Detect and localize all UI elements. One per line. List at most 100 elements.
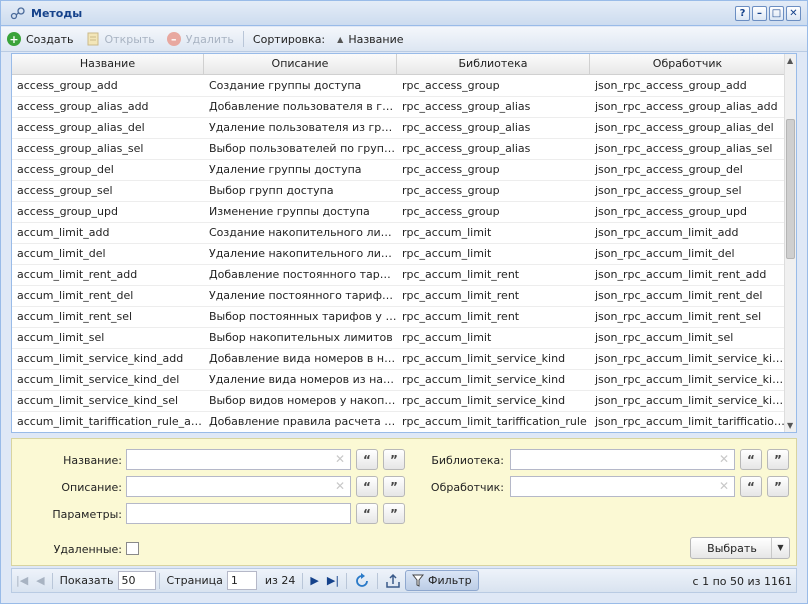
first-page-icon: |◀: [16, 574, 29, 587]
cell-handler: json_rpc_accum_limit_del: [595, 247, 735, 260]
cell-description: Добавление правила расчета в н...: [209, 415, 397, 428]
grid-scrollbar[interactable]: ▲ ▼: [784, 54, 796, 432]
clear-icon[interactable]: ✕: [335, 479, 345, 493]
table-row[interactable]: access_group_add Создание группы доступа r…: [12, 76, 786, 97]
page-size-input[interactable]: 50: [117, 571, 156, 590]
table-row[interactable]: accum_limit_service_kind_del Удаление вид…: [12, 370, 786, 391]
select-button[interactable]: Выбрать ▼: [690, 537, 790, 559]
close-button[interactable]: ✕: [786, 6, 801, 21]
library-quote-close-button[interactable]: ”: [767, 449, 789, 470]
clear-icon[interactable]: ✕: [719, 479, 729, 493]
library-filter-label: Библиотека:: [431, 454, 504, 467]
table-row[interactable]: accum_limit_rent_del Удаление постоянного…: [12, 286, 786, 307]
cell-handler: json_rpc_accum_limit_rent_add: [595, 268, 767, 281]
clear-icon[interactable]: ✕: [719, 452, 729, 466]
column-header-name[interactable]: Название: [12, 54, 204, 75]
chevron-down-icon[interactable]: ▼: [771, 538, 789, 558]
handler-quote-open-button[interactable]: “: [740, 476, 762, 497]
cell-description: Удаление пользователя из групп...: [209, 121, 397, 134]
table-row[interactable]: accum_limit_del Удаление накопительного л…: [12, 244, 786, 265]
grid-body: access_group_add Создание группы доступа r…: [12, 76, 786, 432]
cell-library: rpc_access_group: [402, 163, 500, 176]
cell-library: rpc_accum_limit_service_kind: [402, 394, 566, 407]
scroll-down-icon[interactable]: ▼: [787, 421, 793, 430]
pager-separator: [302, 572, 304, 589]
cell-handler: json_rpc_accum_limit_add: [595, 226, 739, 239]
window-titlebar[interactable]: Методы ? – □ ✕: [1, 1, 807, 26]
table-row[interactable]: access_group_upd Изменение группы доступа…: [12, 202, 786, 223]
table-row[interactable]: access_group_alias_sel Выбор пользователе…: [12, 139, 786, 160]
cell-name: access_group_add: [17, 79, 118, 92]
description-filter-input[interactable]: ✕: [126, 476, 351, 497]
create-label: Создать: [26, 32, 74, 46]
filter-toggle-label: Фильтр: [428, 574, 472, 587]
library-quote-open-button[interactable]: “: [740, 449, 762, 470]
table-row[interactable]: accum_limit_tariffication_rule_add Добавл…: [12, 412, 786, 432]
plus-icon: +: [7, 32, 21, 46]
cell-library: rpc_access_group_alias: [402, 121, 531, 134]
table-row[interactable]: access_group_alias_del Удаление пользоват…: [12, 118, 786, 139]
cell-library: rpc_accum_limit_rent: [402, 310, 520, 323]
scrollbar-thumb[interactable]: [786, 119, 795, 259]
sort-label: Сортировка:: [252, 32, 326, 46]
name-filter-input[interactable]: ✕: [126, 449, 351, 470]
cell-handler: json_rpc_accum_limit_service_kind...: [595, 394, 786, 407]
prev-page-button[interactable]: ◀: [32, 568, 48, 593]
cell-library: rpc_accum_limit_tariffication_rule: [402, 415, 587, 428]
refresh-button[interactable]: [350, 568, 374, 593]
table-row[interactable]: access_group_sel Выбор групп доступа rpc_a…: [12, 181, 786, 202]
description-quote-open-button[interactable]: “: [356, 476, 378, 497]
cell-library: rpc_access_group: [402, 79, 500, 92]
maximize-button[interactable]: □: [769, 6, 784, 21]
cell-handler: json_rpc_accum_limit_rent_sel: [595, 310, 762, 323]
cell-handler: json_rpc_accum_limit_service_kind...: [595, 373, 786, 386]
library-filter-input[interactable]: ✕: [510, 449, 735, 470]
handler-filter-label: Обработчик:: [430, 481, 504, 494]
sort-field-button[interactable]: ▲ Название: [331, 27, 409, 52]
clear-icon[interactable]: ✕: [335, 452, 345, 466]
table-row[interactable]: access_group_alias_add Добавление пользов…: [12, 97, 786, 118]
handler-quote-close-button[interactable]: ”: [767, 476, 789, 497]
methods-grid: Название Описание Библиотека Обработчик …: [11, 53, 797, 433]
table-row[interactable]: accum_limit_rent_sel Выбор постоянных тар…: [12, 307, 786, 328]
column-header-library[interactable]: Библиотека: [397, 54, 590, 75]
last-page-button[interactable]: ▶|: [323, 568, 343, 593]
params-quote-close-button[interactable]: ”: [383, 503, 405, 524]
handler-filter-input[interactable]: ✕: [510, 476, 735, 497]
name-quote-open-button[interactable]: “: [356, 449, 378, 470]
sort-asc-icon: ▲: [337, 34, 344, 44]
table-row[interactable]: accum_limit_rent_add Добавление постоянно…: [12, 265, 786, 286]
column-header-description[interactable]: Описание: [204, 54, 397, 75]
cell-handler: json_rpc_access_group_del: [595, 163, 743, 176]
open-button[interactable]: Открыть: [80, 27, 161, 52]
page-number-input[interactable]: 1: [226, 571, 257, 590]
table-row[interactable]: accum_limit_service_kind_add Добавление в…: [12, 349, 786, 370]
minimize-button[interactable]: –: [752, 6, 767, 21]
next-page-icon: ▶: [310, 574, 319, 587]
cell-description: Добавление постоянного тарифа ...: [209, 268, 397, 281]
export-button[interactable]: [381, 568, 405, 593]
table-row[interactable]: access_group_del Удаление группы доступа r…: [12, 160, 786, 181]
delete-button[interactable]: – Удалить: [161, 27, 240, 52]
column-header-handler[interactable]: Обработчик: [590, 54, 786, 75]
filter-toggle-button[interactable]: Фильтр: [405, 570, 479, 591]
params-quote-open-button[interactable]: “: [356, 503, 378, 524]
cell-library: rpc_accum_limit_rent: [402, 289, 520, 302]
deleted-checkbox[interactable]: [126, 542, 139, 555]
first-page-button[interactable]: |◀: [12, 568, 32, 593]
table-row[interactable]: accum_limit_sel Выбор накопительных лимит…: [12, 328, 786, 349]
select-button-label: Выбрать: [707, 542, 757, 555]
cell-description: Выбор пользователей по группам...: [209, 142, 397, 155]
create-button[interactable]: + Создать: [1, 27, 80, 52]
cell-name: access_group_alias_del: [17, 121, 145, 134]
cell-library: rpc_accum_limit_service_kind: [402, 373, 566, 386]
table-row[interactable]: accum_limit_service_kind_sel Выбор видов …: [12, 391, 786, 412]
next-page-button[interactable]: ▶: [306, 568, 322, 593]
help-button[interactable]: ?: [735, 6, 750, 21]
scroll-up-icon[interactable]: ▲: [787, 56, 793, 65]
table-row[interactable]: accum_limit_add Создание накопительного л…: [12, 223, 786, 244]
paging-info: с 1 по 50 из 1161: [692, 575, 792, 588]
cell-name: access_group_del: [17, 163, 114, 176]
params-filter-input[interactable]: [126, 503, 351, 524]
cell-handler: json_rpc_accum_limit_tariffication...: [595, 415, 786, 428]
